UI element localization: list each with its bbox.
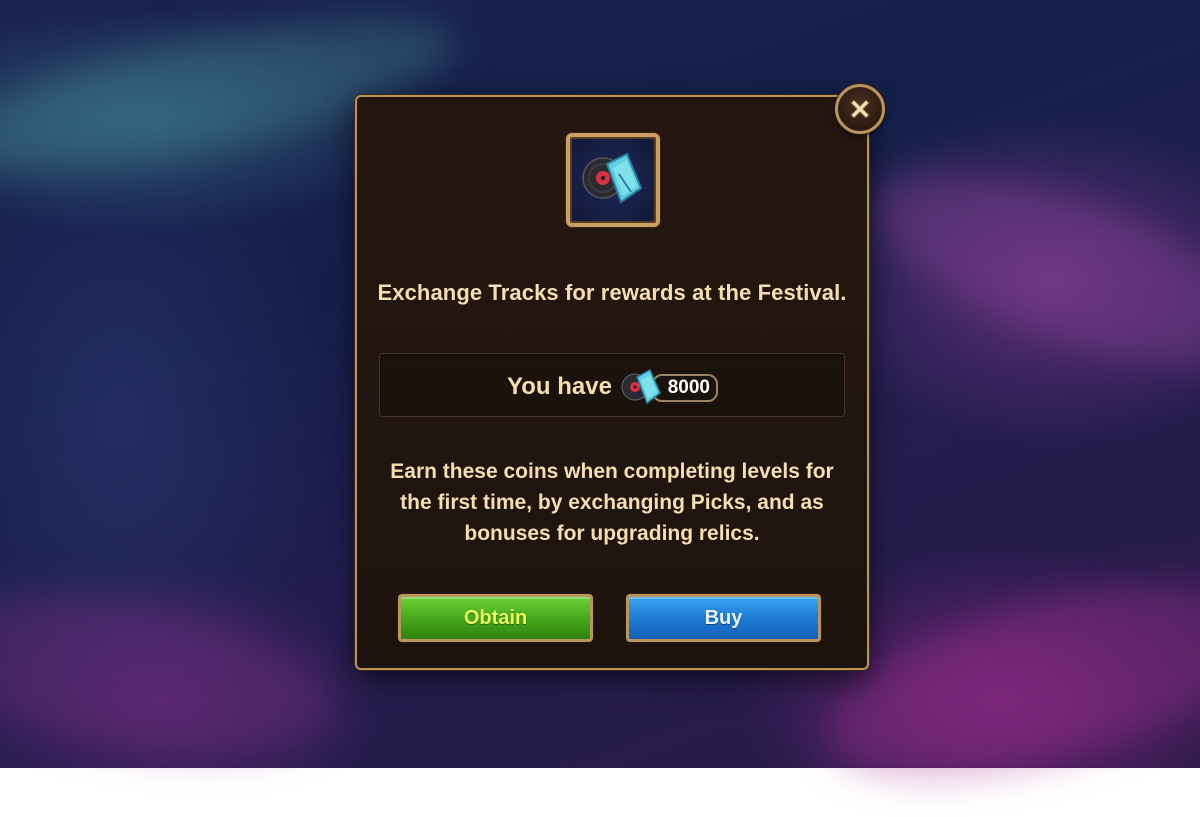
close-icon — [850, 99, 870, 119]
buy-button[interactable]: Buy — [626, 594, 821, 642]
dialog-description: Earn these coins when completing levels … — [390, 460, 834, 545]
dialog-title: Exchange Tracks for rewards at the Festi… — [377, 280, 847, 305]
tracks-item-frame — [566, 133, 660, 227]
background-streak — [848, 132, 1200, 408]
obtain-button[interactable]: Obtain — [398, 594, 593, 642]
tracks-currency-icon — [582, 152, 643, 204]
background-streak — [0, 564, 350, 786]
close-button[interactable] — [835, 84, 885, 134]
balance-label: You have — [507, 373, 612, 400]
balance-panel — [379, 353, 845, 417]
tracks-currency-icon — [621, 368, 661, 405]
